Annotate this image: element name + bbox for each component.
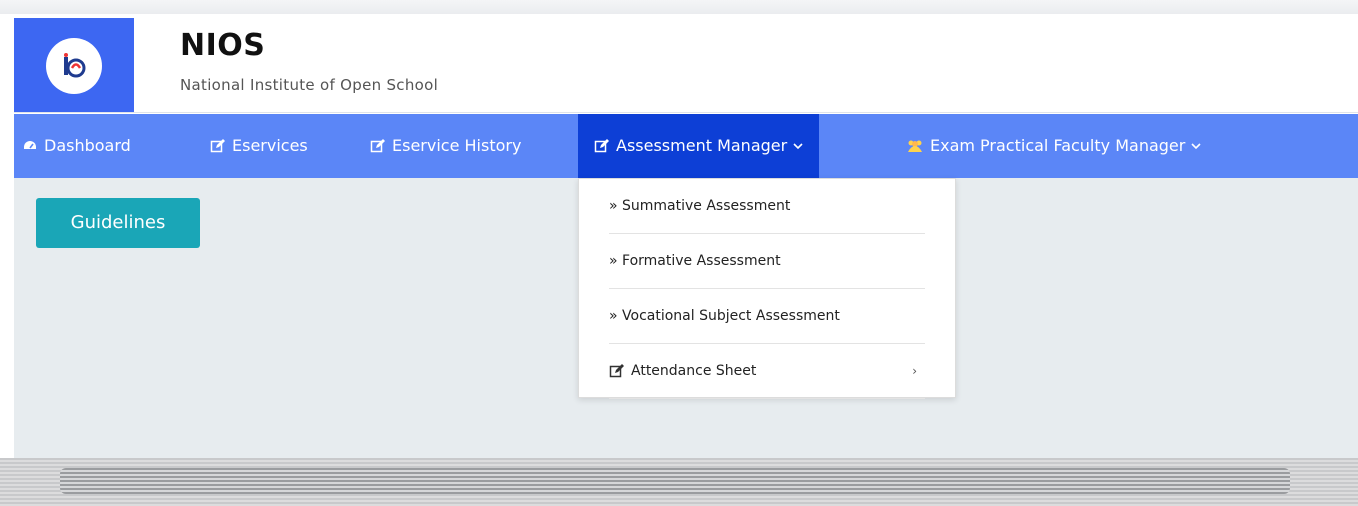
nav-eservice-history-label: Eservice History <box>392 136 522 155</box>
nav-dashboard-label: Dashboard <box>44 136 131 155</box>
chevron-right-icon: › <box>912 364 917 378</box>
dropdown-item-label: » Vocational Subject Assessment <box>609 308 840 324</box>
dropdown-item-vocational-subject-assessment[interactable]: » Vocational Subject Assessment <box>609 289 925 344</box>
brand-subtitle: National Institute of Open School <box>180 76 439 94</box>
nav-assessment-manager[interactable]: Assessment Manager <box>578 114 820 178</box>
nav-eservices-label: Eservices <box>232 136 308 155</box>
nav-exam-practical-faculty-manager-label: Exam Practical Faculty Manager <box>930 136 1186 155</box>
edit-icon <box>210 139 225 153</box>
nios-logo-icon[interactable] <box>46 38 102 94</box>
nav-dashboard[interactable]: Dashboard <box>22 114 131 178</box>
nios-logo-graphic <box>64 53 86 78</box>
nav-assessment-manager-label: Assessment Manager <box>616 136 788 155</box>
dropdown-item-label: » Summative Assessment <box>609 198 791 214</box>
users-icon <box>908 140 922 152</box>
nav-exam-practical-faculty-manager[interactable]: Exam Practical Faculty Manager <box>906 114 1201 178</box>
dropdown-item-label: Attendance Sheet <box>631 363 757 379</box>
nav-eservice-history[interactable]: Eservice History <box>370 114 521 178</box>
page-bottom-inner <box>60 468 1290 494</box>
nav-eservices[interactable]: Eservices <box>210 114 308 178</box>
site-header: NIOS National Institute of Open School <box>14 18 1358 113</box>
chevron-down-icon <box>793 143 803 150</box>
dropdown-item-attendance-sheet[interactable]: Attendance Sheet › <box>609 344 925 399</box>
assessment-manager-dropdown: » Summative Assessment » Formative Asses… <box>578 178 956 399</box>
tachometer-icon <box>24 141 36 149</box>
main-navbar: Dashboard Eservices Eservice History Ass… <box>14 114 1358 178</box>
dropdown-item-summative-assessment[interactable]: » Summative Assessment <box>609 179 925 234</box>
edit-icon <box>609 364 624 378</box>
guidelines-button[interactable]: Guidelines <box>36 198 200 248</box>
edit-icon <box>370 139 385 153</box>
edit-icon <box>594 139 609 153</box>
dropdown-item-formative-assessment[interactable]: » Formative Assessment <box>609 234 925 289</box>
dropdown-item-label: » Formative Assessment <box>609 253 781 269</box>
brand-title: NIOS <box>180 28 266 63</box>
logo-box <box>14 18 134 112</box>
chevron-down-icon <box>1191 143 1201 150</box>
